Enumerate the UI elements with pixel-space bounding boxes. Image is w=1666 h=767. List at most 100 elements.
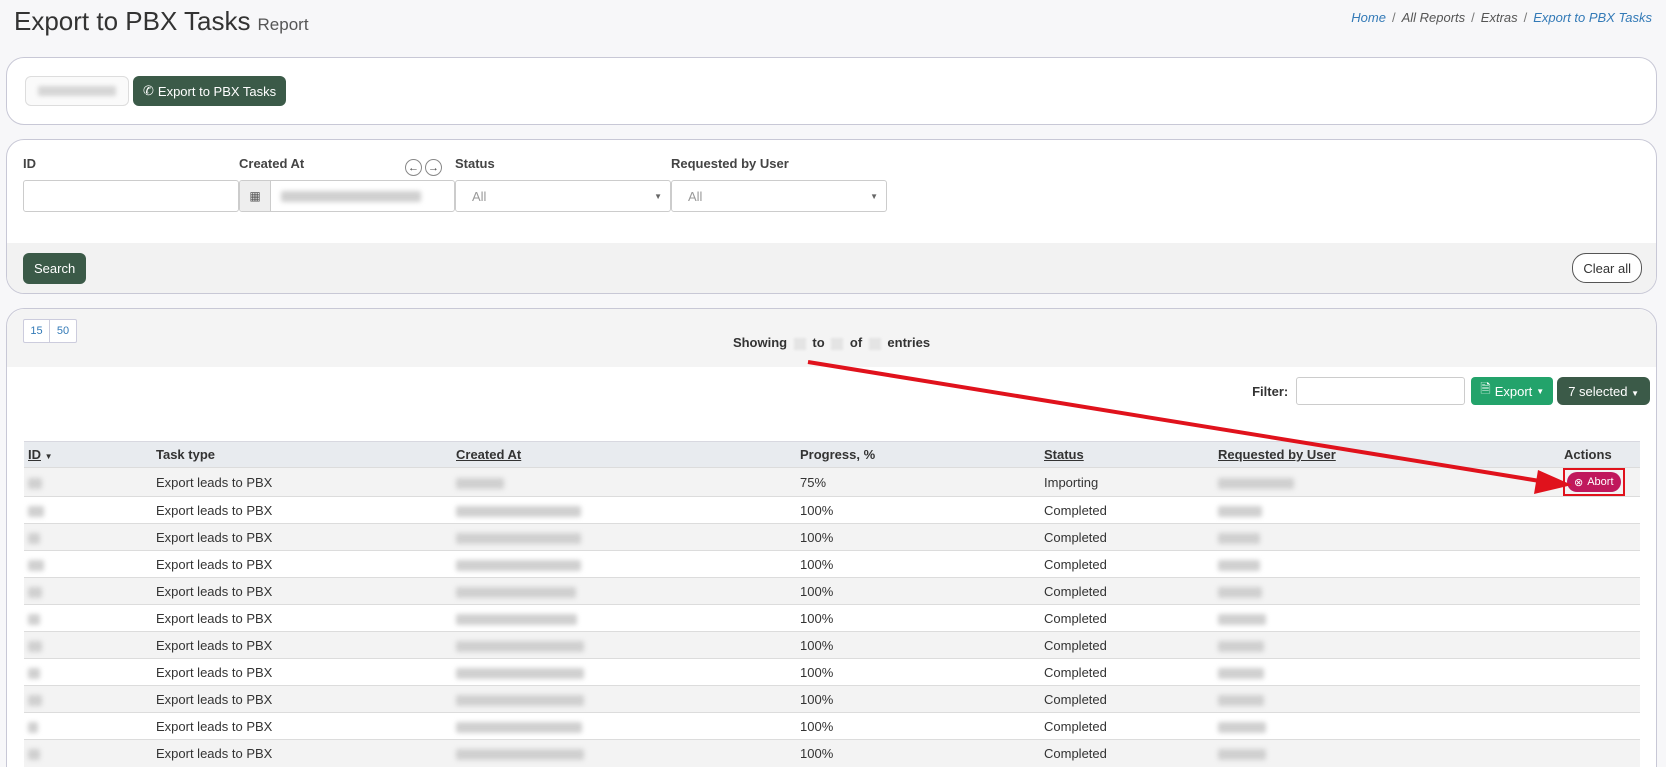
actions-cell bbox=[1560, 739, 1640, 767]
breadcrumb-home[interactable]: Home bbox=[1351, 10, 1386, 25]
table-row: Export leads to PBX 100% Completed bbox=[24, 685, 1640, 713]
redacted-date-range bbox=[281, 190, 421, 202]
export-to-pbx-tasks-tab-button[interactable]: ✆ Export to PBX Tasks bbox=[133, 76, 287, 106]
requested-by-user-label: Requested by User bbox=[671, 156, 789, 171]
task-type-cell: Export leads to PBX bbox=[152, 712, 452, 740]
date-range-value bbox=[271, 181, 454, 211]
redacted-id bbox=[28, 532, 40, 544]
status-cell: Completed bbox=[1040, 658, 1214, 686]
entries-summary: Showing to of entries bbox=[7, 335, 1656, 350]
export-button[interactable]: 🗎 Export ▼ bbox=[1471, 377, 1554, 405]
status-cell: Completed bbox=[1040, 550, 1214, 578]
status-cell: Completed bbox=[1040, 739, 1214, 767]
id-cell bbox=[24, 467, 152, 497]
next-period-arrow-icon[interactable]: → bbox=[425, 159, 442, 176]
abort-label: Abort bbox=[1587, 476, 1614, 488]
column-header-requested-by-user[interactable]: Requested by User bbox=[1214, 441, 1560, 468]
table-filter-input[interactable] bbox=[1296, 377, 1466, 405]
breadcrumb-extras[interactable]: Extras bbox=[1481, 10, 1518, 25]
redacted-created-at bbox=[456, 613, 577, 625]
breadcrumb-all-reports[interactable]: All Reports bbox=[1402, 10, 1466, 25]
redacted-user bbox=[1218, 559, 1260, 571]
clear-all-button[interactable]: Clear all bbox=[1572, 253, 1642, 283]
selected-columns-label: 7 selected bbox=[1568, 383, 1628, 399]
showing-suffix: entries bbox=[887, 335, 931, 350]
task-type-cell: Export leads to PBX bbox=[152, 658, 452, 686]
column-selector-button[interactable]: 7 selected ▼ bbox=[1557, 377, 1650, 405]
id-label: ID bbox=[23, 156, 36, 171]
breadcrumb-separator: / bbox=[1471, 10, 1475, 25]
breadcrumb-separator: / bbox=[1523, 10, 1528, 25]
abort-button[interactable]: ⊗ Abort bbox=[1567, 472, 1621, 492]
table-row: Export leads to PBX 100% Completed bbox=[24, 523, 1640, 551]
search-button[interactable]: Search bbox=[23, 253, 87, 284]
column-header-progress: Progress, % bbox=[796, 441, 1040, 468]
redacted-created-at bbox=[456, 748, 584, 760]
redacted-end-count bbox=[831, 337, 844, 350]
requested-by-user-cell bbox=[1214, 739, 1560, 767]
task-type-cell: Export leads to PBX bbox=[152, 685, 452, 713]
redacted-user bbox=[1218, 586, 1262, 598]
table-row: Export leads to PBX 100% Completed bbox=[24, 739, 1640, 767]
status-cell: Completed bbox=[1040, 577, 1214, 605]
redacted-label bbox=[38, 86, 116, 96]
chevron-down-icon: ▼ bbox=[654, 191, 662, 201]
created-at-cell bbox=[452, 631, 796, 659]
id-filter: ID bbox=[23, 156, 239, 212]
calendar-icon[interactable]: ▦ bbox=[240, 181, 271, 211]
column-header-id[interactable]: ID ▼ bbox=[24, 441, 152, 468]
export-tasks-tab-button[interactable] bbox=[25, 76, 129, 106]
file-icon: 🗎 bbox=[1480, 381, 1491, 396]
redacted-id bbox=[28, 640, 42, 652]
table-row: Export leads to PBX 100% Completed bbox=[24, 712, 1640, 740]
created-at-cell bbox=[452, 685, 796, 713]
redacted-created-at bbox=[456, 505, 581, 517]
table-header-row: ID ▼ Task type Created At Progress, % St… bbox=[24, 441, 1640, 468]
progress-cell: 100% bbox=[796, 658, 1040, 686]
export-label: Export bbox=[1494, 383, 1533, 399]
requested-by-user-select[interactable]: All ▼ bbox=[671, 180, 887, 212]
id-input[interactable] bbox=[23, 180, 239, 212]
column-header-created-at[interactable]: Created At bbox=[452, 441, 796, 468]
requested-by-user-cell bbox=[1214, 523, 1560, 551]
redacted-user bbox=[1218, 640, 1264, 652]
task-type-cell: Export leads to PBX bbox=[152, 577, 452, 605]
previous-period-arrow-icon[interactable]: ← bbox=[405, 159, 422, 176]
breadcrumb-current[interactable]: Export to PBX Tasks bbox=[1533, 10, 1652, 25]
created-at-cell bbox=[452, 523, 796, 551]
status-select[interactable]: All ▼ bbox=[455, 180, 671, 212]
redacted-start-count bbox=[793, 337, 806, 350]
id-cell bbox=[24, 496, 152, 524]
task-type-cell: Export leads to PBX bbox=[152, 739, 452, 767]
column-header-status[interactable]: Status bbox=[1040, 441, 1214, 468]
actions-cell bbox=[1560, 604, 1640, 632]
redacted-user bbox=[1218, 505, 1262, 517]
redacted-created-at bbox=[456, 532, 581, 544]
page-title: Export to PBX Tasks bbox=[14, 6, 251, 36]
redacted-created-at bbox=[456, 721, 582, 733]
id-cell bbox=[24, 712, 152, 740]
column-header-task-type: Task type bbox=[152, 441, 452, 468]
requested-by-user-cell bbox=[1214, 496, 1560, 524]
redacted-id bbox=[28, 586, 42, 598]
progress-cell: 100% bbox=[796, 496, 1040, 524]
requested-by-user-cell bbox=[1214, 685, 1560, 713]
progress-cell: 100% bbox=[796, 523, 1040, 551]
actions-cell bbox=[1560, 631, 1640, 659]
table-row: Export leads to PBX 100% Completed bbox=[24, 631, 1640, 659]
table-body: Export leads to PBX 75% Importing ⊗ Abort Exp… bbox=[24, 467, 1640, 767]
redacted-created-at bbox=[456, 559, 581, 571]
created-at-date-range-input[interactable]: ▦ bbox=[239, 180, 455, 212]
table-row: Export leads to PBX 100% Completed bbox=[24, 577, 1640, 605]
id-cell bbox=[24, 739, 152, 767]
status-cell: Importing bbox=[1040, 467, 1214, 497]
page-header: Export to PBX Tasks Report bbox=[14, 6, 309, 37]
id-cell bbox=[24, 685, 152, 713]
requested-by-user-cell bbox=[1214, 467, 1560, 497]
annotation-highlight-box: ⊗ Abort bbox=[1563, 468, 1625, 496]
redacted-created-at bbox=[456, 694, 584, 706]
status-cell: Completed bbox=[1040, 631, 1214, 659]
redacted-id bbox=[28, 721, 38, 733]
redacted-user bbox=[1218, 667, 1264, 679]
created-at-cell bbox=[452, 496, 796, 524]
